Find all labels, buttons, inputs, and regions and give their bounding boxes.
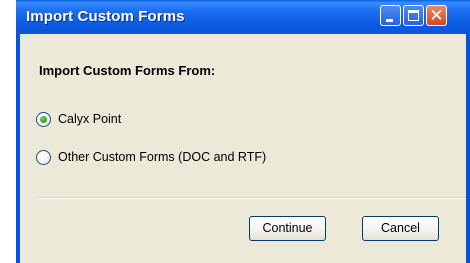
option-calyx-point[interactable]: Calyx Point [36, 110, 121, 128]
radio-calyx-point[interactable] [36, 111, 51, 127]
minimize-icon [386, 19, 393, 22]
option-label-other-custom-forms[interactable]: Other Custom Forms (DOC and RTF) [58, 150, 266, 164]
maximize-button[interactable] [403, 5, 424, 26]
close-button[interactable]: ✕ [426, 5, 447, 26]
dialog-body: Import Custom Forms From: Calyx Point Ot… [20, 34, 466, 263]
minimize-button[interactable] [380, 5, 401, 26]
separator [38, 197, 466, 199]
close-icon: ✕ [429, 6, 444, 25]
option-other-custom-forms[interactable]: Other Custom Forms (DOC and RTF) [36, 148, 266, 166]
import-custom-forms-window: Import Custom Forms ✕ Import Custom Form… [16, 0, 470, 263]
maximize-icon [408, 10, 419, 21]
radio-other-custom-forms[interactable] [36, 149, 51, 165]
option-label-calyx-point[interactable]: Calyx Point [58, 112, 121, 126]
dialog-heading: Import Custom Forms From: [39, 63, 216, 78]
window-title: Import Custom Forms [26, 8, 185, 25]
title-bar[interactable]: Import Custom Forms ✕ [16, 0, 470, 34]
cancel-button[interactable]: Cancel [362, 216, 439, 241]
radio-selected-dot [40, 115, 47, 123]
continue-button[interactable]: Continue [249, 216, 326, 241]
